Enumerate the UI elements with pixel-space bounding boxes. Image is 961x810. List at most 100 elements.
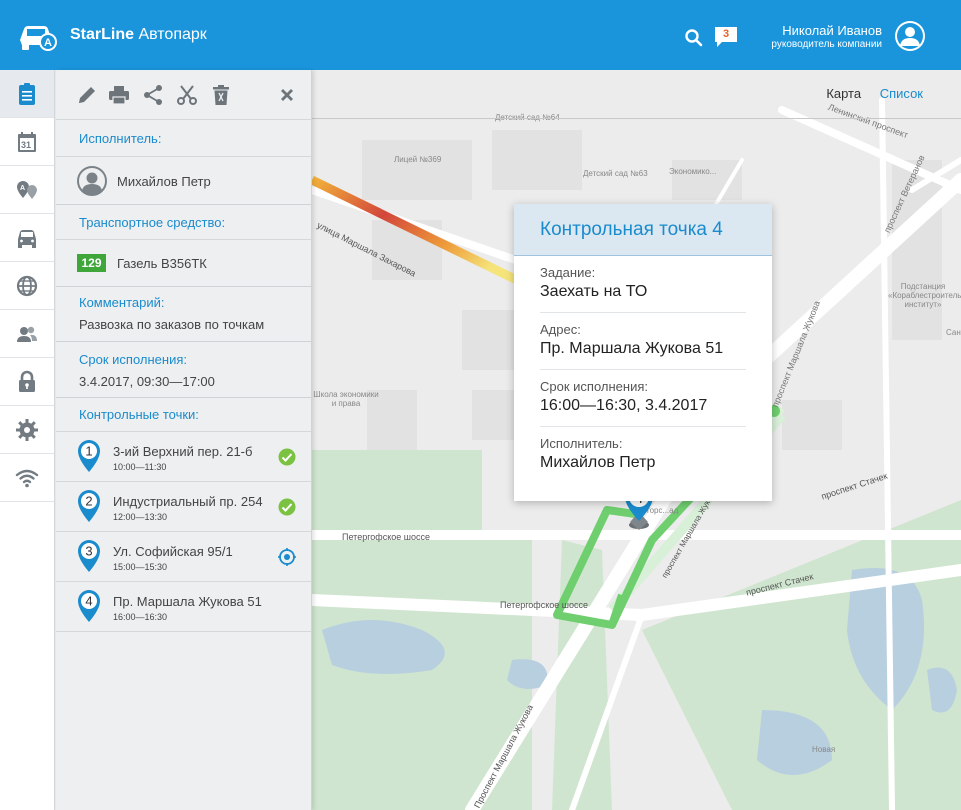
deadline-section: Срок исполнения: 3.4.2017, 09:30—17:00 xyxy=(56,342,311,398)
vehicle-name: Газель В356ТК xyxy=(117,256,207,271)
vehicle-section: Транспортное средство: xyxy=(56,205,311,240)
sidebar-item-tasks[interactable] xyxy=(0,70,54,118)
checkpoint-address: 3-ий Верхний пер. 21-б xyxy=(113,444,253,459)
checkpoint-item-4[interactable]: 4 Пр. Маршала Жукова 51 16:00—16:30 xyxy=(56,582,311,632)
comment-section: Комментарий: Развозка по заказов по точк… xyxy=(56,287,311,342)
calendar-day: 31 xyxy=(21,140,31,150)
print-icon[interactable] xyxy=(108,84,130,106)
map-pin-icon: 3 xyxy=(78,540,100,572)
checkpoints-section: Контрольные точки: xyxy=(56,398,311,432)
popup-executor-row: Исполнитель: Михайлов Петр xyxy=(540,427,746,484)
checkpoint-item-3[interactable]: 3 Ул. Софийская 95/1 15:00—15:30 xyxy=(56,532,311,582)
user-avatar-icon[interactable] xyxy=(894,20,926,52)
panel-toolbar xyxy=(56,70,311,120)
popup-executor-label: Исполнитель: xyxy=(540,436,623,451)
popup-task-value: Заехать на ТО xyxy=(540,283,648,300)
map-label-san: Сан... xyxy=(946,328,961,337)
comment-text: Развозка по заказов по точкам xyxy=(79,317,265,332)
gear-icon xyxy=(16,418,38,441)
map-label-shipbuilding: Подстанция «Кораблестроительный институт… xyxy=(888,282,961,309)
checkpoint-time: 12:00—13:30 xyxy=(113,512,168,522)
sidebar-item-users[interactable] xyxy=(0,310,54,358)
sidebar-item-connectivity[interactable] xyxy=(0,454,54,502)
map-label-lyceum369: Лицей №369 xyxy=(394,155,442,164)
messages-button[interactable]: 3 xyxy=(714,26,738,48)
popup-deadline-label: Срок исполнения: xyxy=(540,379,648,394)
checkpoint-address: Индустриальный пр. 254 xyxy=(113,494,263,509)
pin-number: 2 xyxy=(85,494,92,509)
deadline-label: Срок исполнения: xyxy=(79,352,187,367)
popup-task-label: Задание: xyxy=(540,265,596,280)
share-icon[interactable] xyxy=(142,84,164,106)
in-progress-target-icon xyxy=(278,548,296,566)
map-label-kindergarten63: Детский сад №63 xyxy=(583,169,648,178)
user-name[interactable]: Николай Иванов xyxy=(782,23,882,38)
map-pin-icon: 1 xyxy=(78,440,100,472)
view-switcher: Карта Список xyxy=(811,86,923,101)
sidebar-item-calendar[interactable]: 31 xyxy=(0,118,54,166)
popup-title: Контрольная точка 4 xyxy=(514,204,772,256)
popup-address-row: Адрес: Пр. Маршала Жукова 51 xyxy=(540,313,746,370)
search-icon[interactable] xyxy=(684,28,704,48)
executor-name: Михайлов Петр xyxy=(117,174,211,189)
checkpoint-time: 16:00—16:30 xyxy=(113,612,168,622)
checkpoint-item-2[interactable]: 2 Индустриальный пр. 254 12:00—13:30 xyxy=(56,482,311,532)
map-pin-icon: 2 xyxy=(78,490,100,522)
lock-icon xyxy=(19,370,35,392)
map-label-economics: Экономико... xyxy=(669,167,717,176)
deadline-value: 3.4.2017, 09:30—17:00 xyxy=(79,374,215,389)
route-ab-icon: A xyxy=(17,180,37,199)
pin-number: 3 xyxy=(85,544,92,559)
popup-address-value: Пр. Маршала Жукова 51 xyxy=(540,340,724,357)
sidebar-item-routes[interactable]: A xyxy=(0,166,54,214)
sidebar-item-security[interactable] xyxy=(0,358,54,406)
globe-icon xyxy=(16,275,38,296)
car-logo-icon[interactable]: A xyxy=(16,20,58,54)
done-check-icon xyxy=(278,498,296,516)
map-label-novaya: Новая xyxy=(812,745,836,754)
done-check-icon xyxy=(278,448,296,466)
task-details-panel: Исполнитель: Михайлов Петр Транспортное … xyxy=(56,70,312,810)
vehicle-row[interactable]: 129 Газель В356ТК xyxy=(56,240,311,287)
brand-rest: Автопарк xyxy=(134,26,207,43)
executor-label: Исполнитель: xyxy=(79,131,162,146)
tab-list[interactable]: Список xyxy=(880,86,923,101)
close-icon[interactable] xyxy=(276,84,298,106)
popup-executor-value: Михайлов Петр xyxy=(540,454,656,471)
map-label-school-econ: Школа экономики и права xyxy=(313,390,379,408)
sidebar-item-map[interactable] xyxy=(0,262,54,310)
vehicle-label: Транспортное средство: xyxy=(79,215,226,230)
users-icon xyxy=(17,326,37,342)
popup-address-label: Адрес: xyxy=(540,322,581,337)
top-bar: A StarLine Автопарк 3 Николай Иванов рук… xyxy=(0,0,961,70)
checkpoints-label: Контрольные точки: xyxy=(79,407,199,422)
executor-section: Исполнитель: xyxy=(56,120,311,157)
tab-map[interactable]: Карта xyxy=(826,86,861,101)
checkpoint-item-1[interactable]: 1 3-ий Верхний пер. 21-б 10:00—11:30 xyxy=(56,432,311,482)
map-pin-icon: 4 xyxy=(78,590,100,622)
trash-icon[interactable] xyxy=(210,84,232,106)
main-sidebar: 31 A xyxy=(0,70,55,810)
route-a-letter: A xyxy=(20,185,25,192)
user-role: руководитель компании xyxy=(771,39,882,50)
map-label-peterhof-1: Петергофское шоссе xyxy=(342,532,430,542)
calendar-icon: 31 xyxy=(18,131,36,152)
comment-label: Комментарий: xyxy=(79,295,165,310)
pin-number: 1 xyxy=(85,444,92,459)
sidebar-item-settings[interactable] xyxy=(0,406,54,454)
messages-count: 3 xyxy=(722,28,730,40)
edit-pencil-icon[interactable] xyxy=(76,84,98,106)
checkpoint-list: 1 3-ий Верхний пер. 21-б 10:00—11:30 2 И… xyxy=(56,432,311,632)
checkpoint-popup[interactable]: Контрольная точка 4 Задание: Заехать на … xyxy=(514,204,772,501)
svg-text:A: A xyxy=(44,37,52,49)
checkpoint-address: Пр. Маршала Жукова 51 xyxy=(113,594,262,609)
popup-deadline-value: 16:00—16:30, 3.4.2017 xyxy=(540,397,708,414)
checkpoint-time: 10:00—11:30 xyxy=(113,462,167,472)
checkpoint-time: 15:00—15:30 xyxy=(113,562,168,572)
executor-row[interactable]: Михайлов Петр xyxy=(56,157,311,205)
executor-avatar-icon xyxy=(77,166,107,196)
clipboard-icon xyxy=(19,82,35,105)
wifi-icon xyxy=(15,469,39,487)
sidebar-item-vehicles[interactable] xyxy=(0,214,54,262)
scissors-icon[interactable] xyxy=(176,84,198,106)
